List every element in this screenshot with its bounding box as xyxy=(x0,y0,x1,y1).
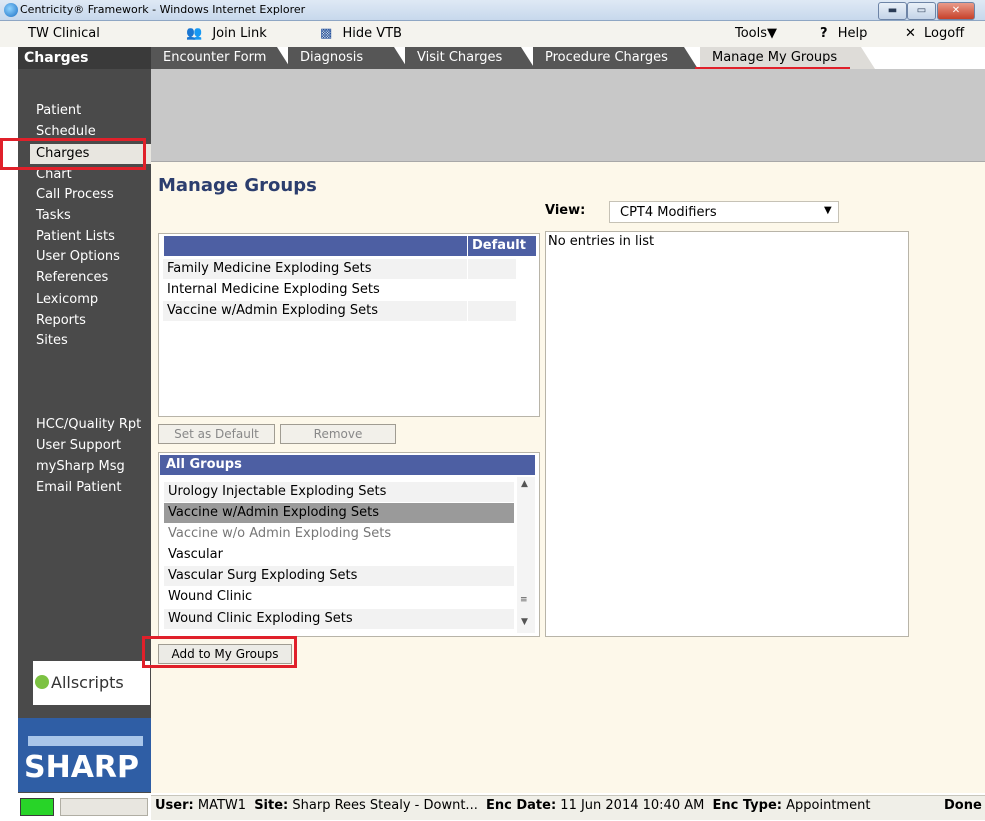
list-item[interactable]: Wound Clinic Exploding Sets xyxy=(164,609,514,629)
enc-date-label: Enc Date: xyxy=(485,798,557,813)
enc-type-label: Enc Type: xyxy=(712,798,782,813)
nav-reports[interactable]: Reports xyxy=(36,311,166,331)
help-button[interactable]: ? Help xyxy=(820,26,867,41)
view-select-value: CPT4 Modifiers xyxy=(620,205,717,220)
site-value: Sharp Rees Stealy - Downt... xyxy=(292,798,478,813)
default-cell[interactable] xyxy=(468,259,516,279)
logoff-icon: ✕ xyxy=(905,26,916,41)
nav-email-patient[interactable]: Email Patient xyxy=(36,478,166,498)
nav-user-support[interactable]: User Support xyxy=(36,436,166,456)
nav-patient-lists[interactable]: Patient Lists xyxy=(36,227,166,247)
nav-charges[interactable]: Charges xyxy=(30,144,151,164)
set-default-button[interactable]: Set as Default xyxy=(158,424,275,444)
default-column-header: Default xyxy=(468,236,536,256)
hide-vtb-label: Hide VTB xyxy=(342,26,402,41)
sharp-text: SHARP xyxy=(24,750,140,785)
join-link-label: Join Link xyxy=(212,26,267,41)
minimize-button[interactable]: ▬ xyxy=(878,2,907,20)
close-button[interactable]: ✕ xyxy=(937,2,975,20)
nav-sites[interactable]: Sites xyxy=(36,331,166,351)
all-groups-list: All Groups Urology Injectable Exploding … xyxy=(158,452,540,637)
my-groups-header-left xyxy=(164,236,467,256)
tools-label: Tools xyxy=(735,26,768,41)
my-groups-list: Default Family Medicine Exploding Sets I… xyxy=(158,233,540,417)
status-field xyxy=(60,798,148,816)
header-band xyxy=(151,69,985,162)
join-link-button[interactable]: 👥 Join Link xyxy=(186,26,267,41)
app-toolbar: TW Clinical 👥 Join Link ▩ Hide VTB Tools… xyxy=(0,21,985,48)
nav-mysharp-msg[interactable]: mySharp Msg xyxy=(36,457,166,477)
people-icon: 👥 xyxy=(186,26,203,41)
sharp-logo: SHARP xyxy=(18,718,151,792)
nav-patient[interactable]: Patient xyxy=(36,101,166,121)
view-label: View: xyxy=(545,203,586,218)
list-item[interactable]: Vascular Surg Exploding Sets xyxy=(164,566,514,586)
list-item-selected[interactable]: Vaccine w/Admin Exploding Sets xyxy=(164,503,514,523)
help-label: Help xyxy=(837,26,868,41)
logoff-button[interactable]: ✕ Logoff xyxy=(905,26,964,41)
all-groups-header: All Groups xyxy=(160,455,535,475)
nav-references[interactable]: References xyxy=(36,268,166,288)
site-label: Site: xyxy=(254,798,289,813)
status-indicator-icon xyxy=(20,798,54,816)
allscripts-text: Allscripts xyxy=(51,673,124,692)
all-groups-scrollbar[interactable]: ▲ ≡ ▼ xyxy=(517,477,535,633)
app-name: TW Clinical xyxy=(28,26,100,41)
window-titlebar: Centricity® Framework - Windows Internet… xyxy=(0,0,985,21)
list-item[interactable]: Wound Clinic xyxy=(164,587,514,607)
nav-hcc-quality[interactable]: HCC/Quality Rpt xyxy=(36,415,166,435)
maximize-button[interactable]: ▭ xyxy=(907,2,936,20)
nav-user-options[interactable]: User Options xyxy=(36,247,166,267)
logoff-label: Logoff xyxy=(924,26,965,41)
default-cell[interactable] xyxy=(468,301,516,321)
monitor-icon: ▩ xyxy=(320,26,333,41)
nav-schedule[interactable]: Schedule xyxy=(36,122,166,142)
chevron-down-icon: ▼ xyxy=(824,205,832,216)
list-item[interactable]: Vaccine w/o Admin Exploding Sets xyxy=(164,524,514,544)
sharp-bar xyxy=(28,736,143,746)
window-title: Centricity® Framework - Windows Internet… xyxy=(20,3,306,16)
help-icon: ? xyxy=(820,26,828,41)
nav-lexicomp[interactable]: Lexicomp xyxy=(36,290,166,310)
list-item[interactable]: Vascular xyxy=(164,545,514,565)
tab-diagnosis[interactable]: Diagnosis xyxy=(288,47,408,69)
status-done: Done xyxy=(944,798,982,813)
view-entries-list: No entries in list xyxy=(545,231,909,637)
tab-row: Charges Encounter Form Diagnosis Visit C… xyxy=(0,47,985,69)
view-select[interactable]: CPT4 Modifiers ▼ xyxy=(609,201,839,223)
user-value: MATW1 xyxy=(197,798,247,813)
dropdown-arrow-icon: ▼ xyxy=(767,26,778,41)
allscripts-logo: Allscripts xyxy=(33,661,150,705)
list-item[interactable]: Family Medicine Exploding Sets xyxy=(163,259,467,279)
empty-list-text: No entries in list xyxy=(548,234,655,249)
tab-encounter-form[interactable]: Encounter Form xyxy=(151,47,291,69)
section-title: Charges xyxy=(18,47,151,69)
ie-icon xyxy=(4,3,18,17)
list-item[interactable]: Urology Injectable Exploding Sets xyxy=(164,482,514,502)
enc-date-value: 11 Jun 2014 10:40 AM xyxy=(560,798,705,813)
tools-menu[interactable]: Tools▼ xyxy=(735,26,777,41)
user-label: User: xyxy=(155,798,194,813)
list-item[interactable]: Vaccine w/Admin Exploding Sets xyxy=(163,301,467,321)
add-to-my-groups-button[interactable]: Add to My Groups xyxy=(158,644,292,664)
scroll-down-icon[interactable]: ▼ xyxy=(521,617,528,627)
nav-chart[interactable]: Chart xyxy=(36,165,166,185)
allscripts-mark-icon xyxy=(35,675,49,689)
status-user: User: MATW1 Site: Sharp Rees Stealy - Do… xyxy=(155,798,870,813)
list-item[interactable]: Internal Medicine Exploding Sets xyxy=(163,280,467,300)
enc-type-value: Appointment xyxy=(786,798,871,813)
tab-manage-my-groups[interactable]: Manage My Groups xyxy=(700,47,875,69)
nav-call-process[interactable]: Call Process xyxy=(36,185,166,205)
page-title: Manage Groups xyxy=(158,175,317,196)
scroll-grip-icon[interactable]: ≡ xyxy=(520,595,528,605)
hide-vtb-button[interactable]: ▩ Hide VTB xyxy=(320,26,402,41)
remove-button[interactable]: Remove xyxy=(280,424,396,444)
nav-tasks[interactable]: Tasks xyxy=(36,206,166,226)
tab-procedure-charges[interactable]: Procedure Charges xyxy=(533,47,698,69)
scroll-up-icon[interactable]: ▲ xyxy=(521,479,528,489)
tab-visit-charges[interactable]: Visit Charges xyxy=(405,47,535,69)
